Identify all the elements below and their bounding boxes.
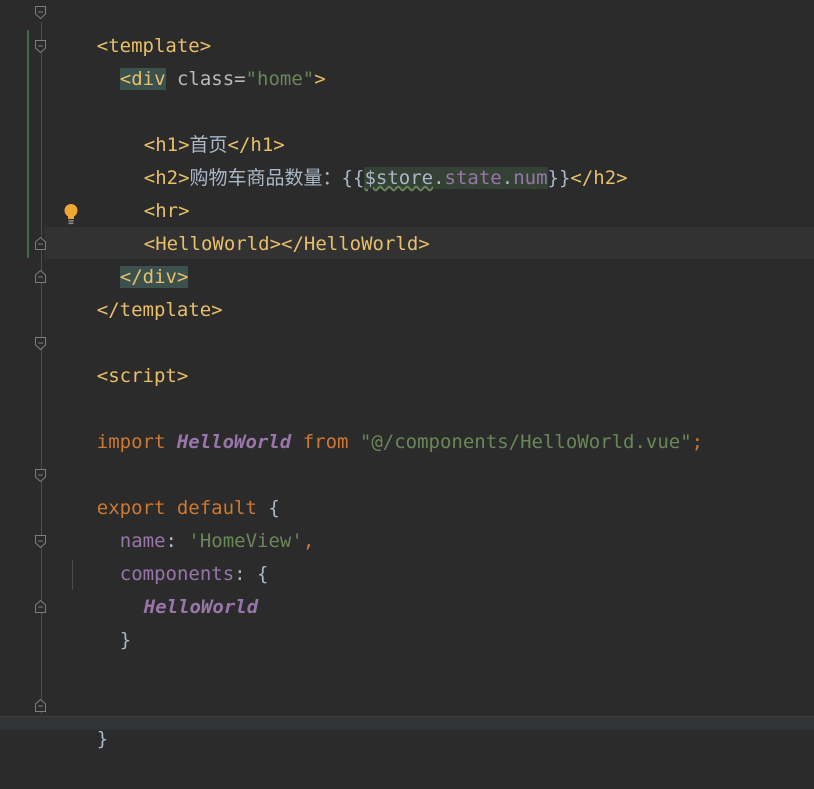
- h2-text: 购物车商品数量：: [189, 167, 342, 189]
- component-identifier: HelloWorld: [143, 596, 259, 618]
- code-line-11[interactable]: <script>: [51, 327, 189, 387]
- from-keyword: from: [302, 431, 349, 453]
- fold-end-marker-icon[interactable]: [35, 699, 46, 712]
- dot: .: [433, 167, 445, 189]
- fold-end-marker-icon[interactable]: [35, 600, 46, 613]
- store-ref: $store: [364, 167, 434, 189]
- lightbulb-intention-icon[interactable]: [63, 203, 79, 225]
- mustache-close: }}: [547, 167, 571, 189]
- import-path: "@/components/HelloWorld.vue": [359, 431, 692, 453]
- brace-close: }: [96, 728, 109, 750]
- fold-marker-icon[interactable]: [35, 469, 46, 482]
- div-open-tag: <div: [119, 68, 166, 90]
- brace-close: }: [119, 629, 132, 651]
- vcs-change-marker: [27, 30, 29, 258]
- code-line-19[interactable]: }: [74, 591, 131, 651]
- import-keyword: import: [96, 431, 166, 453]
- state-prop: state: [444, 167, 502, 189]
- horizontal-scrollbar[interactable]: [0, 716, 814, 730]
- code-line-1[interactable]: <template>: [51, 0, 211, 57]
- code-line-18[interactable]: HelloWorld: [98, 558, 258, 618]
- comma: ,: [302, 530, 315, 552]
- class-attribute: class=: [165, 68, 246, 90]
- num-prop: num: [513, 167, 548, 189]
- tag-close: >: [314, 68, 326, 90]
- semicolon: ;: [691, 431, 704, 453]
- code-line-5[interactable]: <h2>购物车商品数量：{{$store.state.num}}</h2>: [98, 129, 628, 189]
- indent-guide: [72, 560, 73, 590]
- dot: .: [501, 167, 514, 189]
- import-identifier: HelloWorld: [176, 431, 292, 453]
- code-line-16[interactable]: name: 'HomeView',: [74, 492, 315, 552]
- fold-end-marker-icon[interactable]: [35, 237, 46, 250]
- code-line-4[interactable]: <h1>首页</h1>: [98, 96, 285, 156]
- fold-marker-icon[interactable]: [35, 40, 46, 53]
- template-close-tag: </template>: [96, 299, 223, 321]
- code-line-9[interactable]: </template>: [51, 261, 223, 321]
- code-line-7[interactable]: <HelloWorld></HelloWorld>: [98, 195, 430, 255]
- mustache-open: {{: [341, 167, 365, 189]
- code-line-15[interactable]: export default {: [51, 459, 280, 519]
- class-value: "home": [245, 68, 315, 90]
- fold-end-marker-icon[interactable]: [35, 270, 46, 283]
- script-open-tag: <script>: [96, 365, 189, 387]
- fold-marker-icon[interactable]: [35, 337, 46, 350]
- code-line-17[interactable]: components: {: [74, 525, 269, 585]
- code-line-8[interactable]: </div>: [74, 228, 189, 288]
- code-line-13[interactable]: import HelloWorld from "@/components/Hel…: [51, 393, 703, 453]
- code-line-6[interactable]: <hr>: [98, 162, 190, 222]
- code-line-2[interactable]: <div class="home">: [74, 30, 326, 90]
- fold-marker-icon[interactable]: [35, 6, 46, 19]
- h2-close-tag: </h2>: [570, 167, 628, 189]
- code-editor[interactable]: <template> <div class="home"> <h1>首页</h1…: [0, 0, 814, 750]
- fold-marker-icon[interactable]: [35, 535, 46, 548]
